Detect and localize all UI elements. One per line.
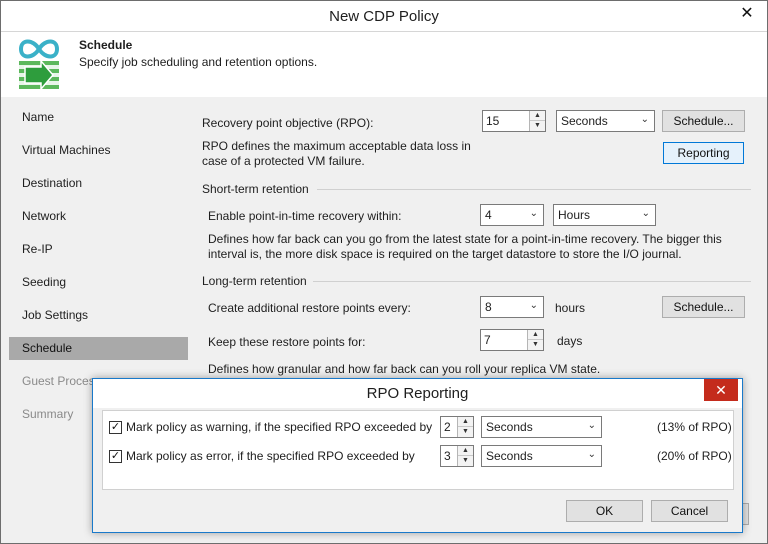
ok-button[interactable]: OK [566, 500, 643, 522]
warning-checkbox[interactable]: ✓ [109, 421, 122, 434]
close-icon[interactable]: ✕ [704, 379, 738, 401]
sidebar-item-virtual-machines[interactable]: Virtual Machines [9, 139, 188, 162]
rpo-value-stepper[interactable]: 15 ▲ ▼ [482, 110, 546, 132]
create-restore-points-unit: hours [555, 301, 586, 315]
chevron-down-icon: ⌄ [640, 114, 649, 125]
create-restore-points-label: Create additional restore points every: [208, 301, 411, 315]
sidebar-item-name[interactable]: Name [9, 106, 188, 129]
error-label: Mark policy as error, if the specified R… [126, 449, 415, 463]
short-term-description-line2: interval is, the more disk space is requ… [208, 247, 682, 261]
error-percent: (20% of RPO) [657, 449, 732, 463]
warning-unit-value: Seconds [486, 420, 533, 434]
warning-stepper-arrows: ▲ ▼ [457, 417, 473, 437]
short-term-unit-value: Hours [558, 208, 591, 222]
warning-value: 2 [444, 420, 451, 434]
chevron-down-icon: ⌄ [529, 300, 538, 311]
sidebar-item-schedule[interactable]: Schedule [9, 337, 188, 360]
cancel-button[interactable]: Cancel [651, 500, 728, 522]
short-term-divider [317, 189, 751, 190]
warning-label: Mark policy as warning, if the specified… [126, 420, 433, 434]
error-unit-select[interactable]: Seconds ⌄ [481, 445, 602, 467]
header-subtitle: Specify job scheduling and retention opt… [79, 55, 318, 69]
keep-restore-points-unit: days [557, 334, 583, 348]
short-term-section-title: Short-term retention [202, 182, 309, 196]
long-term-description: Defines how granular and how far back ca… [208, 362, 601, 376]
arrow-down-icon[interactable]: ▼ [528, 340, 543, 350]
chevron-down-icon: ⌄ [587, 420, 596, 431]
short-term-label: Enable point-in-time recovery within: [208, 209, 402, 223]
short-term-value-select[interactable]: 4 ⌄ [480, 204, 544, 226]
arrow-up-icon[interactable]: ▲ [458, 446, 473, 456]
arrow-up-icon[interactable]: ▲ [458, 417, 473, 427]
rpo-value: 15 [486, 114, 500, 128]
arrow-down-icon[interactable]: ▼ [458, 427, 473, 437]
chevron-down-icon: ⌄ [529, 208, 538, 219]
rpo-label: Recovery point objective (RPO): [202, 116, 374, 130]
error-stepper-arrows: ▲ ▼ [457, 446, 473, 466]
rpo-unit-select[interactable]: Seconds ⌄ [556, 110, 655, 132]
short-term-description-line1: Defines how far back can you go from the… [208, 232, 722, 246]
long-term-section-title: Long-term retention [202, 274, 307, 288]
arrow-down-icon[interactable]: ▼ [458, 456, 473, 466]
rpo-unit-value: Seconds [561, 114, 608, 128]
title-bar: New CDP Policy ✕ [1, 1, 767, 32]
keep-restore-points-label: Keep these restore points for: [208, 335, 366, 349]
dialog-title-bar: RPO Reporting ✕ [93, 379, 742, 408]
warning-value-stepper[interactable]: 2 ▲ ▼ [440, 416, 474, 438]
sidebar-item-destination[interactable]: Destination [9, 172, 188, 195]
short-term-value: 4 [485, 208, 492, 222]
rpo-description-line1: RPO defines the maximum acceptable data … [202, 139, 471, 153]
short-term-unit-select[interactable]: Hours ⌄ [553, 204, 656, 226]
arrow-up-icon[interactable]: ▲ [528, 330, 543, 340]
error-value-stepper[interactable]: 3 ▲ ▼ [440, 445, 474, 467]
new-cdp-policy-window: New CDP Policy ✕ Schedule Specify job sc… [0, 0, 768, 544]
window-title: New CDP Policy [329, 8, 439, 25]
error-checkbox[interactable]: ✓ [109, 450, 122, 463]
long-term-schedule-button[interactable]: Schedule... [662, 296, 745, 318]
create-restore-points-value: 8 [485, 300, 492, 314]
arrow-down-icon[interactable]: ▼ [530, 121, 545, 131]
warning-unit-select[interactable]: Seconds ⌄ [481, 416, 602, 438]
long-term-divider [313, 281, 751, 282]
keep-restore-points-value: 7 [484, 333, 491, 347]
keep-stepper-arrows: ▲ ▼ [527, 330, 543, 350]
rpo-stepper-arrows: ▲ ▼ [529, 111, 545, 131]
warning-percent: (13% of RPO) [657, 420, 732, 434]
cdp-policy-logo-icon [18, 39, 60, 91]
error-value: 3 [444, 449, 451, 463]
header-title: Schedule [79, 38, 133, 52]
rpo-description-line2: case of a protected VM failure. [202, 154, 365, 168]
wizard-header: Schedule Specify job scheduling and rete… [1, 33, 767, 97]
sidebar-item-re-ip[interactable]: Re-IP [9, 238, 188, 261]
sidebar-item-seeding[interactable]: Seeding [9, 271, 188, 294]
error-unit-value: Seconds [486, 449, 533, 463]
reporting-button[interactable]: Reporting [663, 142, 744, 164]
sidebar-item-network[interactable]: Network [9, 205, 188, 228]
create-restore-points-select[interactable]: 8 ⌄ [480, 296, 544, 318]
close-icon[interactable]: ✕ [735, 4, 759, 24]
sidebar-item-job-settings[interactable]: Job Settings [9, 304, 188, 327]
chevron-down-icon: ⌄ [587, 449, 596, 460]
chevron-down-icon: ⌄ [641, 208, 650, 219]
arrow-up-icon[interactable]: ▲ [530, 111, 545, 121]
dialog-title: RPO Reporting [366, 385, 469, 402]
dialog-options-panel: ✓ Mark policy as warning, if the specifi… [102, 410, 734, 490]
rpo-schedule-button[interactable]: Schedule... [662, 110, 745, 132]
rpo-reporting-dialog: RPO Reporting ✕ ✓ Mark policy as warning… [92, 378, 743, 533]
keep-restore-points-stepper[interactable]: 7 ▲ ▼ [480, 329, 544, 351]
